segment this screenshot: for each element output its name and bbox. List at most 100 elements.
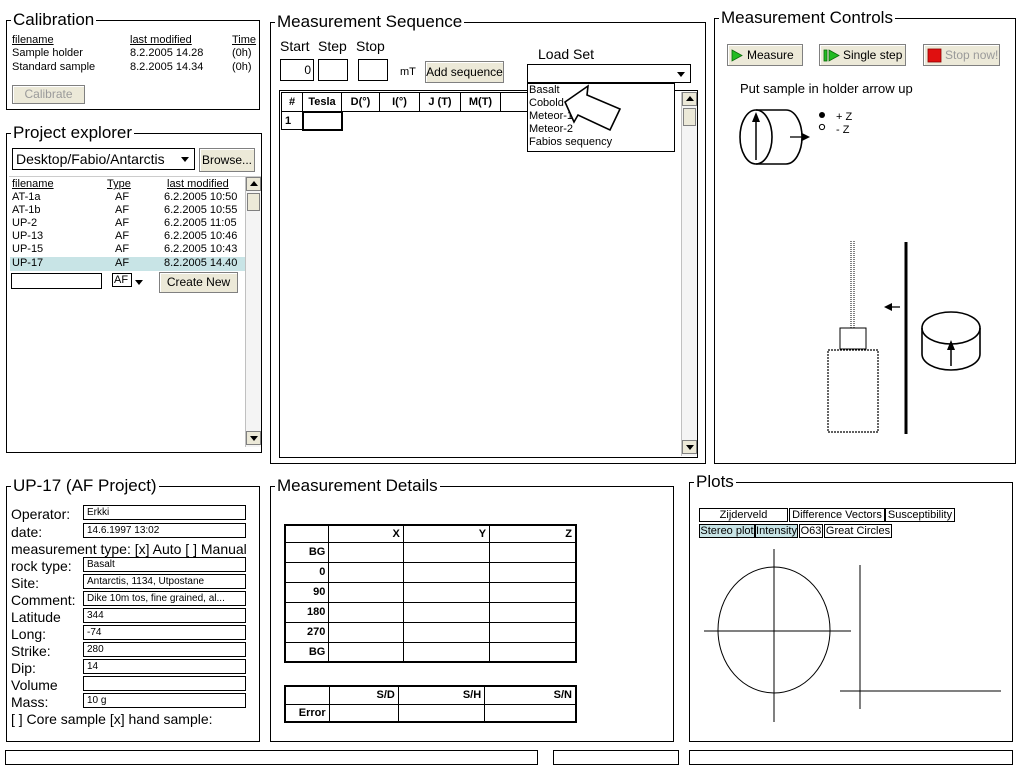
- latitude-label: Latitude: [11, 609, 61, 625]
- rock-type-label: rock type:: [11, 558, 72, 574]
- measurement-type-label[interactable]: measurement type: [x] Auto [ ] Manual: [11, 541, 247, 557]
- scroll-down-button[interactable]: [246, 431, 261, 445]
- dropdown-option[interactable]: Fabios sequency: [529, 136, 612, 148]
- row-label: 0: [284, 561, 330, 583]
- dropdown-option[interactable]: Basalt: [529, 84, 560, 96]
- calibration-row-date: 8.2.2005 14.28: [130, 47, 204, 59]
- project-path-select[interactable]: Desktop/Fabio/Antarctis: [12, 148, 195, 170]
- scroll-up-button[interactable]: [246, 177, 261, 191]
- sample-kind-label[interactable]: [ ] Core sample [x] hand sample:: [11, 711, 213, 727]
- empty-cell[interactable]: [461, 112, 501, 130]
- list-item[interactable]: UP-13 AF 6.2.2005 10:46: [10, 230, 246, 243]
- tab-susceptibility[interactable]: Susceptibility: [885, 508, 955, 522]
- dip-label: Dip:: [11, 660, 36, 676]
- tab-difference-vectors[interactable]: Difference Vectors: [789, 508, 885, 522]
- tab-zijderveld[interactable]: Zijderveld: [699, 508, 788, 522]
- chevron-down-icon[interactable]: [177, 150, 194, 168]
- z-cell: [489, 541, 577, 563]
- list-item[interactable]: AT-1a AF 6.2.2005 10:50: [10, 191, 246, 204]
- rock-type-field[interactable]: Basalt: [83, 557, 246, 572]
- list-item-selected[interactable]: UP-17 AF 8.2.2005 14.40: [10, 257, 246, 271]
- new-project-name-input[interactable]: [11, 273, 102, 289]
- status-bar-right: [689, 750, 1013, 765]
- tab-o63[interactable]: O63: [799, 524, 823, 538]
- project-header-type: Type: [107, 178, 131, 190]
- operator-field[interactable]: Erkki: [83, 505, 246, 520]
- volume-field[interactable]: [83, 676, 246, 691]
- scroll-down-button[interactable]: [682, 440, 697, 454]
- file-name: UP-13: [12, 230, 44, 242]
- y-cell: [402, 541, 491, 563]
- list-item[interactable]: AT-1b AF 6.2.2005 10:55: [10, 204, 246, 217]
- dropdown-option[interactable]: Cobold: [529, 97, 564, 109]
- file-type: AF: [115, 257, 130, 269]
- z-cell: [489, 621, 577, 643]
- col-header: D(°): [341, 92, 380, 112]
- file-name: UP-17: [12, 257, 44, 269]
- file-type: AF: [115, 230, 130, 242]
- load-set-select[interactable]: [527, 64, 691, 83]
- longitude-field[interactable]: -74: [83, 625, 246, 640]
- scroll-up-button[interactable]: [682, 92, 697, 106]
- mass-field[interactable]: 10 g: [83, 693, 246, 708]
- table-row: Error: [284, 703, 577, 723]
- col-header: S/D: [328, 685, 399, 705]
- calibration-header-modified: last modified: [130, 34, 192, 46]
- stop-now-label: Stop now!: [945, 48, 999, 62]
- sequence-scrollbar[interactable]: [681, 92, 697, 456]
- scroll-thumb[interactable]: [247, 193, 260, 211]
- list-item[interactable]: UP-15 AF 6.2.2005 10:43: [10, 243, 246, 256]
- load-set-label: Load Set: [538, 46, 595, 62]
- tesla-cell[interactable]: [301, 110, 343, 131]
- comment-field[interactable]: Dike 10m tos, fine grained, al...: [83, 591, 246, 606]
- file-date: 6.2.2005 10:43: [164, 243, 238, 255]
- list-item[interactable]: UP-2 AF 6.2.2005 11:05: [10, 217, 246, 230]
- calibration-title: Calibration: [13, 10, 95, 29]
- chevron-down-icon[interactable]: [133, 274, 145, 290]
- col-header: Tesla: [302, 92, 342, 112]
- col-header: Y: [402, 524, 491, 543]
- table-row: BG: [284, 641, 577, 663]
- col-header: Z: [489, 524, 577, 543]
- site-field[interactable]: Antarctis, 1134, Utpostane: [83, 574, 246, 589]
- empty-cell[interactable]: [342, 112, 380, 130]
- project-path-value: Desktop/Fabio/Antarctis: [16, 151, 165, 167]
- create-new-button[interactable]: Create New: [159, 272, 238, 293]
- strike-field[interactable]: 280: [83, 642, 246, 657]
- details-table: X Y Z BG 0 90 180 270 BG: [284, 524, 577, 663]
- dip-field[interactable]: 14: [83, 659, 246, 674]
- stop-input[interactable]: [358, 59, 388, 81]
- latitude-field[interactable]: 344: [83, 608, 246, 623]
- empty-cell[interactable]: [380, 112, 420, 130]
- row-label: 180: [284, 601, 330, 623]
- start-label: Start: [280, 38, 310, 54]
- scroll-thumb[interactable]: [683, 108, 696, 126]
- measure-button[interactable]: Measure: [727, 44, 803, 66]
- z-cell: [489, 561, 577, 583]
- stop-now-button[interactable]: Stop now!: [923, 44, 1000, 66]
- start-input[interactable]: [280, 59, 314, 81]
- calibrate-button[interactable]: Calibrate: [12, 85, 85, 104]
- single-step-button[interactable]: Single step: [819, 44, 906, 66]
- tab-great-circles[interactable]: Great Circles: [824, 524, 892, 538]
- tab-stereo-plot[interactable]: Stereo plot: [699, 524, 755, 538]
- step-input[interactable]: [318, 59, 348, 81]
- empty-cell[interactable]: [420, 112, 461, 130]
- tab-intensity[interactable]: Intensity: [755, 524, 798, 538]
- add-sequence-button[interactable]: Add sequence: [425, 61, 504, 83]
- z-radio-icons[interactable]: [817, 110, 829, 136]
- minus-z-label: - Z: [836, 124, 850, 136]
- new-project-type-value: AF: [112, 273, 132, 287]
- strike-label: Strike:: [11, 643, 51, 659]
- date-field[interactable]: 14.6.1997 13:02: [83, 523, 246, 538]
- browse-button[interactable]: Browse...: [199, 148, 255, 172]
- project-scrollbar[interactable]: [245, 177, 261, 447]
- single-step-label: Single step: [843, 48, 903, 62]
- calibration-row-name: Standard sample: [12, 61, 96, 73]
- project-header-filename: filename: [12, 178, 54, 190]
- new-project-type-select[interactable]: AF: [112, 273, 146, 291]
- row-label: 90: [284, 581, 330, 603]
- file-name: UP-15: [12, 243, 44, 255]
- date-label: date:: [11, 524, 43, 540]
- chevron-down-icon[interactable]: [673, 65, 690, 82]
